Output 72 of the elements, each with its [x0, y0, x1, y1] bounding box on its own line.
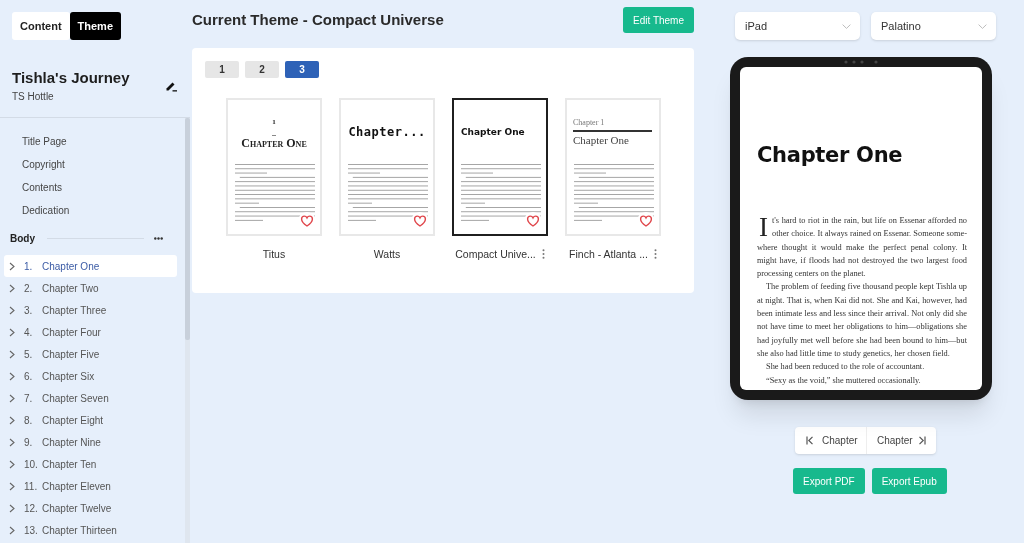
chapter-item[interactable]: 8. Chapter Eight [4, 409, 177, 431]
chevron-right-icon[interactable] [9, 349, 15, 359]
chapter-heading: Chapter One [461, 126, 525, 138]
mode-tab[interactable]: Content [12, 12, 70, 40]
chapter-item[interactable]: 11. Chapter Eleven [4, 475, 177, 497]
chapter-item[interactable]: 12. Chapter Twelve [4, 497, 177, 519]
paragraph: The problem of feeding five thousand people kept Tishla up at night. That is, when Kai did not. She and Kai, however, had been intimate less and less since their arrival. Not only did she not have time to meet her obligations to him—obligations she had joyfully met well before she had been bound to him—but she also had little time to study genetics, her chosen field. [757, 281, 967, 360]
chapter-item[interactable]: 2. Chapter Two [4, 277, 177, 299]
page-button[interactable]: 3 [285, 61, 319, 78]
page-button[interactable]: 2 [245, 61, 279, 78]
front-matter-item[interactable]: Contents [4, 176, 181, 199]
device-select[interactable]: iPad [735, 12, 860, 40]
chevron-down-icon [842, 23, 851, 29]
theme-card[interactable]: Chapter 1 Chapter One [565, 98, 661, 236]
book-author: TS Hottle [12, 90, 55, 103]
scrollbar-thumb[interactable] [185, 118, 190, 340]
chevron-right-icon[interactable] [9, 503, 15, 513]
chevron-right-icon[interactable] [9, 525, 15, 535]
chevron-right-icon[interactable] [9, 305, 15, 315]
chapter-item[interactable]: 5. Chapter Five [4, 343, 177, 365]
heart-icon[interactable] [411, 212, 429, 230]
book-title: Tishla's Journey [12, 68, 130, 88]
theme-name: Compact Unive... [455, 247, 536, 261]
heart-icon[interactable] [524, 212, 542, 230]
chapter-item[interactable]: 10. Chapter Ten [4, 453, 177, 475]
chevron-right-icon[interactable] [9, 261, 15, 271]
section-heading: Body [10, 231, 35, 246]
pencil-icon[interactable] [165, 80, 177, 92]
front-matter-item[interactable]: Title Page [4, 130, 181, 153]
chapter-item[interactable]: 4. Chapter Four [4, 321, 177, 343]
chevron-right-icon[interactable] [9, 437, 15, 447]
heart-icon[interactable] [298, 212, 316, 230]
chevron-right-icon[interactable] [9, 327, 15, 337]
chevron-right-icon[interactable] [9, 283, 15, 293]
theme-name: Watts [373, 247, 401, 261]
chapter-item[interactable]: 6. Chapter Six [4, 365, 177, 387]
chapter-heading: Chapter One [757, 143, 904, 167]
chapter-item[interactable]: 1. Chapter One [4, 255, 177, 277]
mode-tab[interactable]: Theme [69, 12, 121, 40]
chapter-heading: Chapter... [348, 125, 426, 139]
chevron-right-icon[interactable] [9, 415, 15, 425]
paragraph: She had been reduced to the role of accountant. [765, 361, 926, 374]
page-button[interactable]: 1 [205, 61, 239, 78]
chevron-bar-left-icon [806, 436, 814, 445]
paragraph: “Sexy as the void,” she muttered occasionally. [765, 374, 922, 387]
front-matter-item[interactable]: Dedication [4, 199, 181, 222]
theme-name: Titus [262, 247, 286, 261]
chapter-heading: Chapter One [573, 133, 629, 147]
chapter-label: Chapter 1 [573, 118, 605, 128]
chevron-right-icon[interactable] [9, 393, 15, 403]
more-vertical-icon[interactable] [653, 249, 657, 259]
chapter-item[interactable]: 3. Chapter Three [4, 299, 177, 321]
page-heading: Current Theme - Compact Universe [192, 9, 444, 30]
chevron-right-icon[interactable] [9, 459, 15, 469]
theme-card[interactable]: Chapter... [339, 98, 435, 236]
next-chapter-button[interactable]: Chapter [867, 427, 936, 454]
more-vertical-icon[interactable] [541, 249, 545, 259]
front-matter-item[interactable]: Copyright [4, 153, 181, 176]
more-horizontal-icon[interactable] [154, 236, 163, 240]
chapter-item[interactable]: 9. Chapter Nine [4, 431, 177, 453]
chevron-bar-right-icon [917, 436, 926, 445]
theme-name: Finch - Atlanta ... [569, 247, 648, 261]
chevron-right-icon[interactable] [9, 481, 15, 491]
font-select[interactable]: Palatino [871, 12, 996, 40]
previous-chapter-button[interactable]: Chapter [795, 427, 866, 454]
chevron-right-icon[interactable] [9, 371, 15, 381]
theme-card[interactable]: Chapter One [452, 98, 548, 236]
chapter-item[interactable]: 13. Chapter Thirteen [4, 519, 177, 541]
heart-icon[interactable] [637, 212, 655, 230]
chapter-heading: Chapter One [241, 138, 307, 148]
chapter-item[interactable]: 7. Chapter Seven [4, 387, 177, 409]
chevron-down-icon [978, 23, 987, 29]
